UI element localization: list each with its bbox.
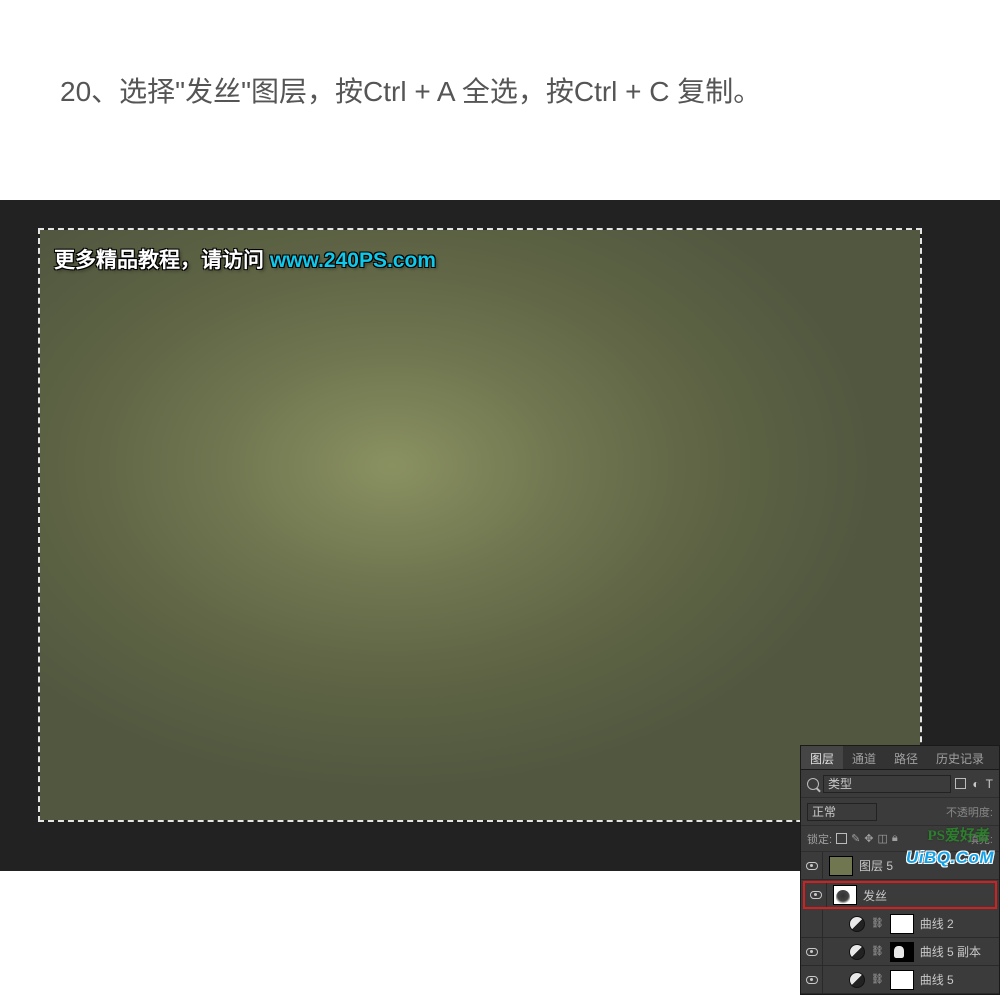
link-icon[interactable]: ⛓︎ (871, 946, 884, 957)
filter-pixel-icon[interactable] (955, 778, 966, 789)
lock-label: 锁定: (807, 831, 832, 847)
layer-mask-thumbnail[interactable] (890, 914, 914, 934)
layer-mask-thumbnail[interactable] (890, 970, 914, 990)
layer-thumbnail[interactable] (829, 856, 853, 876)
link-icon[interactable]: ⛓︎ (871, 974, 884, 985)
layer-type-filter[interactable]: 类型 (823, 775, 951, 793)
lock-all-icon[interactable]: 🔒︎ (892, 832, 898, 845)
layer-name-label: 图层 5 (859, 857, 893, 874)
tab-paths[interactable]: 路径 (885, 746, 927, 769)
visibility-toggle-icon[interactable] (806, 948, 818, 956)
layer-row-quxian2[interactable]: ⛓︎ 曲线 2 (801, 910, 999, 938)
opacity-label: 不透明度: (946, 804, 993, 820)
tab-layers[interactable]: 图层 (801, 746, 843, 769)
layers-panel: 图层 通道 路径 历史记录 类型 ◐ T 正常 不透明度: 锁定: (800, 745, 1000, 995)
search-icon (807, 778, 819, 790)
lock-icons-group: ✎ ✥ ◫ 🔒︎ (836, 832, 898, 845)
blend-mode-select[interactable]: 正常 (807, 803, 877, 821)
tab-history[interactable]: 历史记录 (927, 746, 993, 769)
visibility-toggle-icon[interactable] (810, 891, 822, 899)
blend-opacity-row: 正常 不透明度: (801, 798, 999, 826)
layer-filter-row: 类型 ◐ T (801, 770, 999, 798)
adjustment-layer-icon[interactable] (849, 916, 865, 932)
secondary-watermark: PS爱好者 (927, 824, 990, 845)
adjustment-layer-icon[interactable] (849, 944, 865, 960)
watermark-url: www.240PS.com (270, 249, 436, 272)
visibility-toggle-icon[interactable] (806, 976, 818, 984)
lock-artboard-icon[interactable]: ◫ (878, 832, 888, 845)
adjustment-layer-icon[interactable] (849, 972, 865, 988)
lock-brush-icon[interactable]: ✎ (851, 832, 860, 845)
tab-channels[interactable]: 通道 (843, 746, 885, 769)
filter-icons: ◐ T (955, 777, 993, 791)
site-watermark: UiBQ.CoM (906, 848, 994, 868)
photoshop-workspace: 更多精品教程，请访问 www.240PS.com 图层 通道 路径 历史记录 类… (0, 200, 1000, 871)
layer-row-quxian5[interactable]: ⛓︎ 曲线 5 (801, 966, 999, 994)
layer-row-faxi-selected[interactable]: 发丝 (803, 881, 997, 909)
layer-mask-thumbnail[interactable] (890, 942, 914, 962)
visibility-toggle-icon[interactable] (806, 920, 818, 928)
layer-list: 图层 5 发丝 ⛓︎ 曲线 2 ⛓︎ 曲线 5 副 (801, 852, 999, 994)
lock-move-icon[interactable]: ✥ (864, 832, 873, 845)
filter-type-icon[interactable]: T (986, 777, 993, 791)
link-icon[interactable]: ⛓︎ (871, 918, 884, 929)
visibility-toggle-icon[interactable] (806, 862, 818, 870)
layer-name-label: 曲线 2 (920, 915, 954, 932)
layer-name-label: 曲线 5 (920, 971, 954, 988)
layer-name-label: 发丝 (863, 887, 887, 904)
panel-tab-bar: 图层 通道 路径 历史记录 (801, 746, 999, 770)
tutorial-step-text: 20、选择"发丝"图层，按Ctrl + A 全选，按Ctrl + C 复制。 (0, 0, 1000, 145)
filter-adjust-icon[interactable]: ◐ (972, 777, 979, 791)
canvas-watermark: 更多精品教程，请访问 www.240PS.com (54, 244, 436, 274)
layer-name-label: 曲线 5 副本 (920, 943, 981, 960)
layer-thumbnail[interactable] (833, 885, 857, 905)
document-canvas[interactable]: 更多精品教程，请访问 www.240PS.com (40, 230, 920, 820)
layer-row-quxian5-copy[interactable]: ⛓︎ 曲线 5 副本 (801, 938, 999, 966)
watermark-prefix: 更多精品教程，请访问 (54, 249, 270, 272)
lock-transparent-icon[interactable] (836, 833, 847, 844)
